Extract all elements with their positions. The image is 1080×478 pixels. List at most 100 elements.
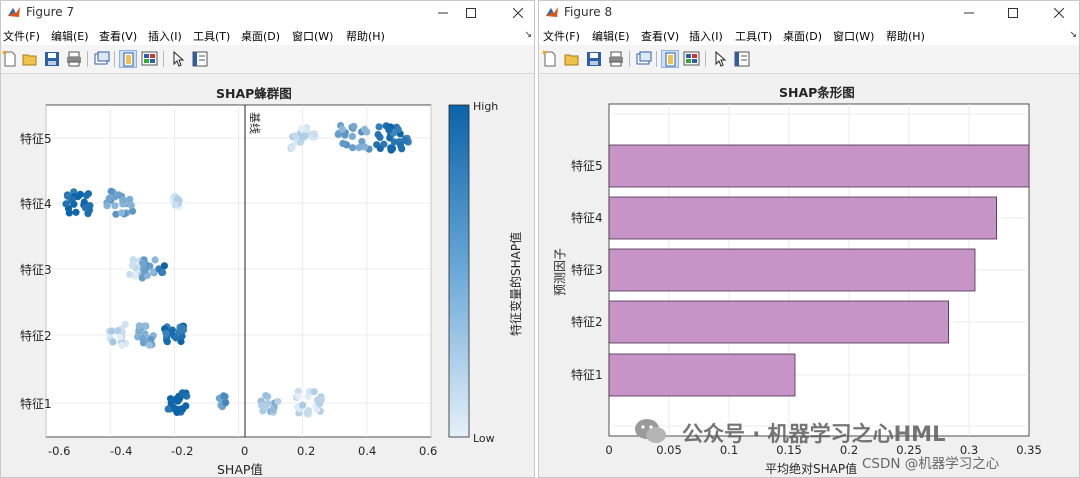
scatter-point bbox=[303, 410, 311, 418]
figure-canvas: SHAP条形图 特征5 特征4 特征3 特征2 特征1 预测因子 平均绝对SHA… bbox=[539, 74, 1079, 477]
print-icon[interactable] bbox=[607, 50, 625, 68]
y-tick-label: 特征2 bbox=[20, 328, 52, 343]
toolbar bbox=[1, 45, 534, 74]
scatter-point bbox=[140, 260, 148, 268]
menu-view[interactable]: 查看(V) bbox=[641, 28, 679, 44]
wechat-icon bbox=[633, 416, 669, 446]
scatter-point bbox=[126, 270, 134, 278]
maximize-button[interactable] bbox=[460, 3, 482, 23]
menu-tools[interactable]: 工具(T) bbox=[735, 28, 772, 44]
separator bbox=[629, 51, 630, 67]
x-tick-label: 0.4 bbox=[358, 444, 376, 458]
save-icon[interactable] bbox=[585, 50, 603, 68]
menu-insert[interactable]: 插入(I) bbox=[148, 28, 182, 44]
link-plot-icon[interactable] bbox=[635, 50, 653, 68]
menu-insert[interactable]: 插入(I) bbox=[689, 28, 723, 44]
menu-window[interactable]: 窗口(W) bbox=[833, 28, 874, 44]
scatter-point bbox=[262, 403, 270, 411]
scatter-point bbox=[171, 201, 179, 209]
y-tick-label: 特征1 bbox=[571, 367, 603, 382]
scatter-point bbox=[374, 131, 382, 139]
property-editor-icon[interactable] bbox=[733, 50, 751, 68]
y-tick-label: 特征4 bbox=[20, 196, 52, 211]
close-icon bbox=[513, 8, 523, 18]
edit-plot-arrow-icon[interactable] bbox=[169, 50, 187, 68]
scatter-point bbox=[70, 200, 78, 208]
minimize-icon bbox=[438, 12, 448, 14]
colorbar-high-label: High bbox=[473, 100, 498, 113]
colorbar bbox=[448, 104, 470, 438]
open-icon[interactable] bbox=[21, 50, 39, 68]
scatter-point bbox=[86, 202, 94, 210]
menu-file[interactable]: 文件(F) bbox=[3, 28, 40, 44]
title-bar: Figure 7 bbox=[1, 1, 534, 25]
show-plot-tools-icon[interactable] bbox=[683, 50, 701, 68]
menu-desktop[interactable]: 桌面(D) bbox=[783, 28, 822, 44]
print-icon[interactable] bbox=[65, 50, 83, 68]
bar bbox=[608, 300, 950, 344]
y-tick-label: 特征5 bbox=[571, 158, 603, 173]
close-button[interactable] bbox=[1048, 3, 1070, 23]
x-tick-label: 0.6 bbox=[419, 444, 437, 458]
y-tick-label: 特征3 bbox=[571, 262, 603, 277]
hide-plot-tools-icon[interactable] bbox=[119, 50, 137, 68]
scatter-point bbox=[118, 341, 126, 349]
x-axis-label: 平均绝对SHAP值 bbox=[765, 461, 857, 476]
y-tick-label: 特征1 bbox=[20, 396, 52, 411]
scatter-point bbox=[294, 392, 302, 400]
maximize-button[interactable] bbox=[1002, 3, 1024, 23]
maximize-icon bbox=[1008, 8, 1018, 18]
menu-file[interactable]: 文件(F) bbox=[543, 28, 580, 44]
open-icon[interactable] bbox=[563, 50, 581, 68]
menu-window[interactable]: 窗口(W) bbox=[292, 28, 333, 44]
minimize-button[interactable] bbox=[958, 3, 980, 23]
new-figure-icon[interactable] bbox=[541, 50, 559, 68]
save-icon[interactable] bbox=[43, 50, 61, 68]
dock-arrow-icon[interactable]: ↘ bbox=[524, 30, 532, 40]
hide-plot-tools-icon[interactable] bbox=[661, 50, 679, 68]
menu-desktop[interactable]: 桌面(D) bbox=[241, 28, 280, 44]
window-title: Figure 7 bbox=[26, 5, 75, 19]
scatter-point bbox=[114, 327, 122, 335]
minimize-button[interactable] bbox=[432, 3, 454, 23]
scatter-point bbox=[178, 390, 187, 398]
menu-bar: 文件(F) 编辑(E) 查看(V) 插入(I) 工具(T) 桌面(D) 窗口(W… bbox=[539, 25, 1079, 45]
scatter-point bbox=[173, 195, 181, 203]
y-tick-label: 特征3 bbox=[20, 262, 52, 277]
scatter-point bbox=[111, 202, 119, 210]
plot-title: SHAP条形图 bbox=[779, 85, 855, 100]
scatter-point bbox=[262, 392, 270, 400]
menu-edit[interactable]: 编辑(E) bbox=[51, 28, 89, 44]
menu-help[interactable]: 帮助(H) bbox=[346, 28, 385, 44]
menu-tools[interactable]: 工具(T) bbox=[193, 28, 230, 44]
bar bbox=[608, 196, 998, 240]
close-button[interactable] bbox=[507, 3, 529, 23]
edit-plot-arrow-icon[interactable] bbox=[711, 50, 729, 68]
scatter-point bbox=[299, 401, 307, 409]
scatter-point bbox=[173, 408, 181, 416]
matlab-icon bbox=[7, 5, 21, 19]
menu-view[interactable]: 查看(V) bbox=[99, 28, 137, 44]
window-title: Figure 8 bbox=[564, 5, 613, 19]
menu-help[interactable]: 帮助(H) bbox=[886, 28, 925, 44]
plot-title: SHAP蜂群图 bbox=[216, 86, 292, 101]
scatter-point bbox=[349, 144, 357, 152]
scatter-point bbox=[127, 201, 135, 209]
scatter-point bbox=[145, 341, 153, 349]
minimize-icon bbox=[964, 12, 974, 14]
show-plot-tools-icon[interactable] bbox=[141, 50, 159, 68]
scatter-point bbox=[361, 125, 369, 133]
scatter-point bbox=[109, 338, 117, 346]
separator bbox=[114, 51, 115, 67]
scatter-point bbox=[84, 190, 92, 198]
csdn-watermark: CSDN @机器学习之心 bbox=[862, 456, 1000, 472]
property-editor-icon[interactable] bbox=[191, 50, 209, 68]
dock-arrow-icon[interactable]: ↘ bbox=[1069, 30, 1077, 40]
new-figure-icon[interactable] bbox=[1, 50, 19, 68]
scatter-point bbox=[151, 256, 159, 264]
separator bbox=[87, 51, 88, 67]
scatter-point bbox=[119, 196, 127, 204]
bar bbox=[608, 248, 976, 292]
link-plot-icon[interactable] bbox=[93, 50, 111, 68]
menu-edit[interactable]: 编辑(E) bbox=[592, 28, 630, 44]
